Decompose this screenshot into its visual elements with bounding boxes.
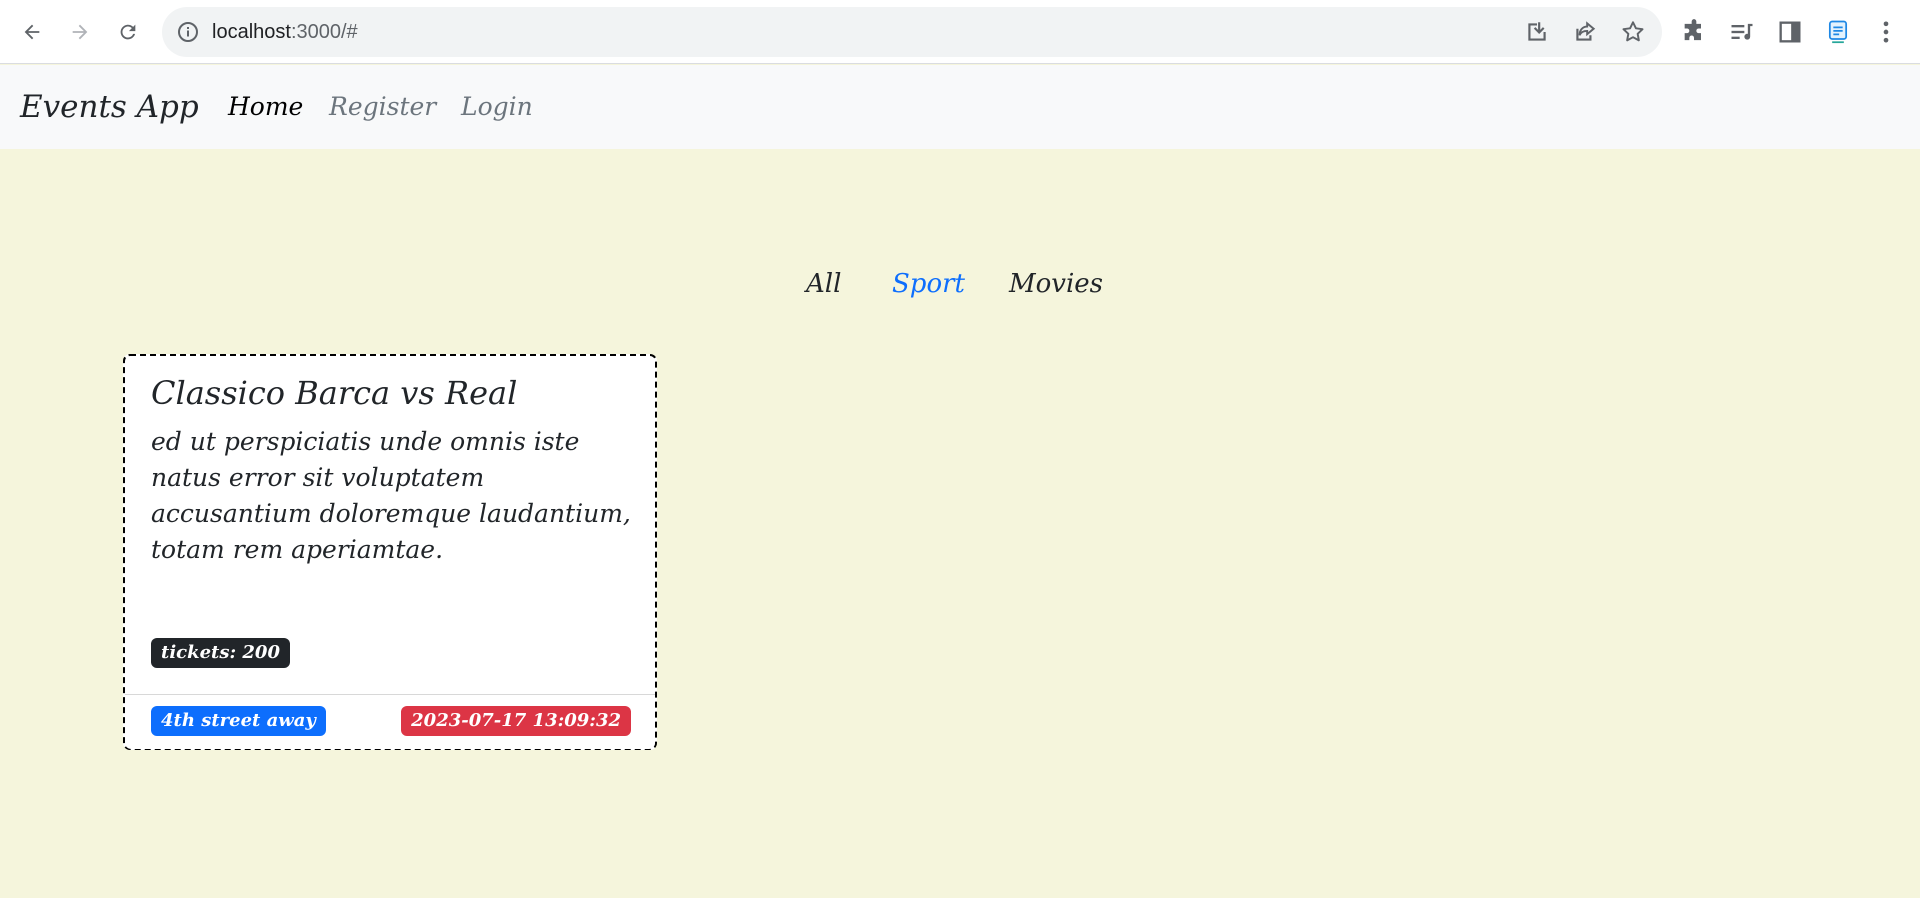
filter-movies[interactable]: Movies <box>1009 266 1103 302</box>
reload-icon <box>120 24 136 40</box>
nav-link-home[interactable]: Home <box>228 65 303 149</box>
info-icon[interactable] <box>176 20 200 44</box>
extensions-icon[interactable] <box>1680 18 1708 46</box>
event-title: Classico Barca vs Real <box>151 374 518 412</box>
event-card-footer: 4th street away 2023-07-17 13:09:32 <box>125 694 655 749</box>
menu-dots-icon[interactable] <box>1872 18 1900 46</box>
reload-button[interactable] <box>110 14 146 50</box>
url-text[interactable]: localhost:3000/# <box>212 7 358 57</box>
back-button[interactable] <box>14 14 50 50</box>
filter-all[interactable]: All <box>806 266 841 302</box>
media-queue-icon[interactable] <box>1728 18 1756 46</box>
share-icon[interactable] <box>1572 19 1598 45</box>
nav-link-login[interactable]: Login <box>461 65 533 149</box>
arrow-left-icon <box>24 24 40 40</box>
address-bar[interactable]: localhost:3000/# <box>162 7 1662 57</box>
event-description: ed ut perspiciatis unde omnis iste natus… <box>151 427 631 564</box>
event-card[interactable]: Classico Barca vs Real ed ut perspiciati… <box>123 354 657 750</box>
profile-extension-icon[interactable] <box>1824 18 1852 46</box>
filter-sport[interactable]: Sport <box>892 266 965 302</box>
datetime-badge: 2023-07-17 13:09:32 <box>401 706 631 736</box>
arrow-right-icon <box>72 24 88 40</box>
url-path: :3000/# <box>290 21 358 43</box>
tickets-badge: tickets: 200 <box>151 638 290 668</box>
location-badge: 4th street away <box>151 706 326 736</box>
side-panel-icon[interactable] <box>1776 18 1804 46</box>
nav-link-register[interactable]: Register <box>329 65 436 149</box>
app-navbar: Events App Home Register Login <box>0 65 1920 149</box>
brand-link[interactable]: Events App <box>20 65 199 149</box>
browser-toolbar: localhost:3000/# <box>0 0 1920 64</box>
url-host: localhost <box>212 21 291 43</box>
install-icon[interactable] <box>1524 19 1550 45</box>
forward-button[interactable] <box>62 14 98 50</box>
star-icon[interactable] <box>1620 19 1646 45</box>
